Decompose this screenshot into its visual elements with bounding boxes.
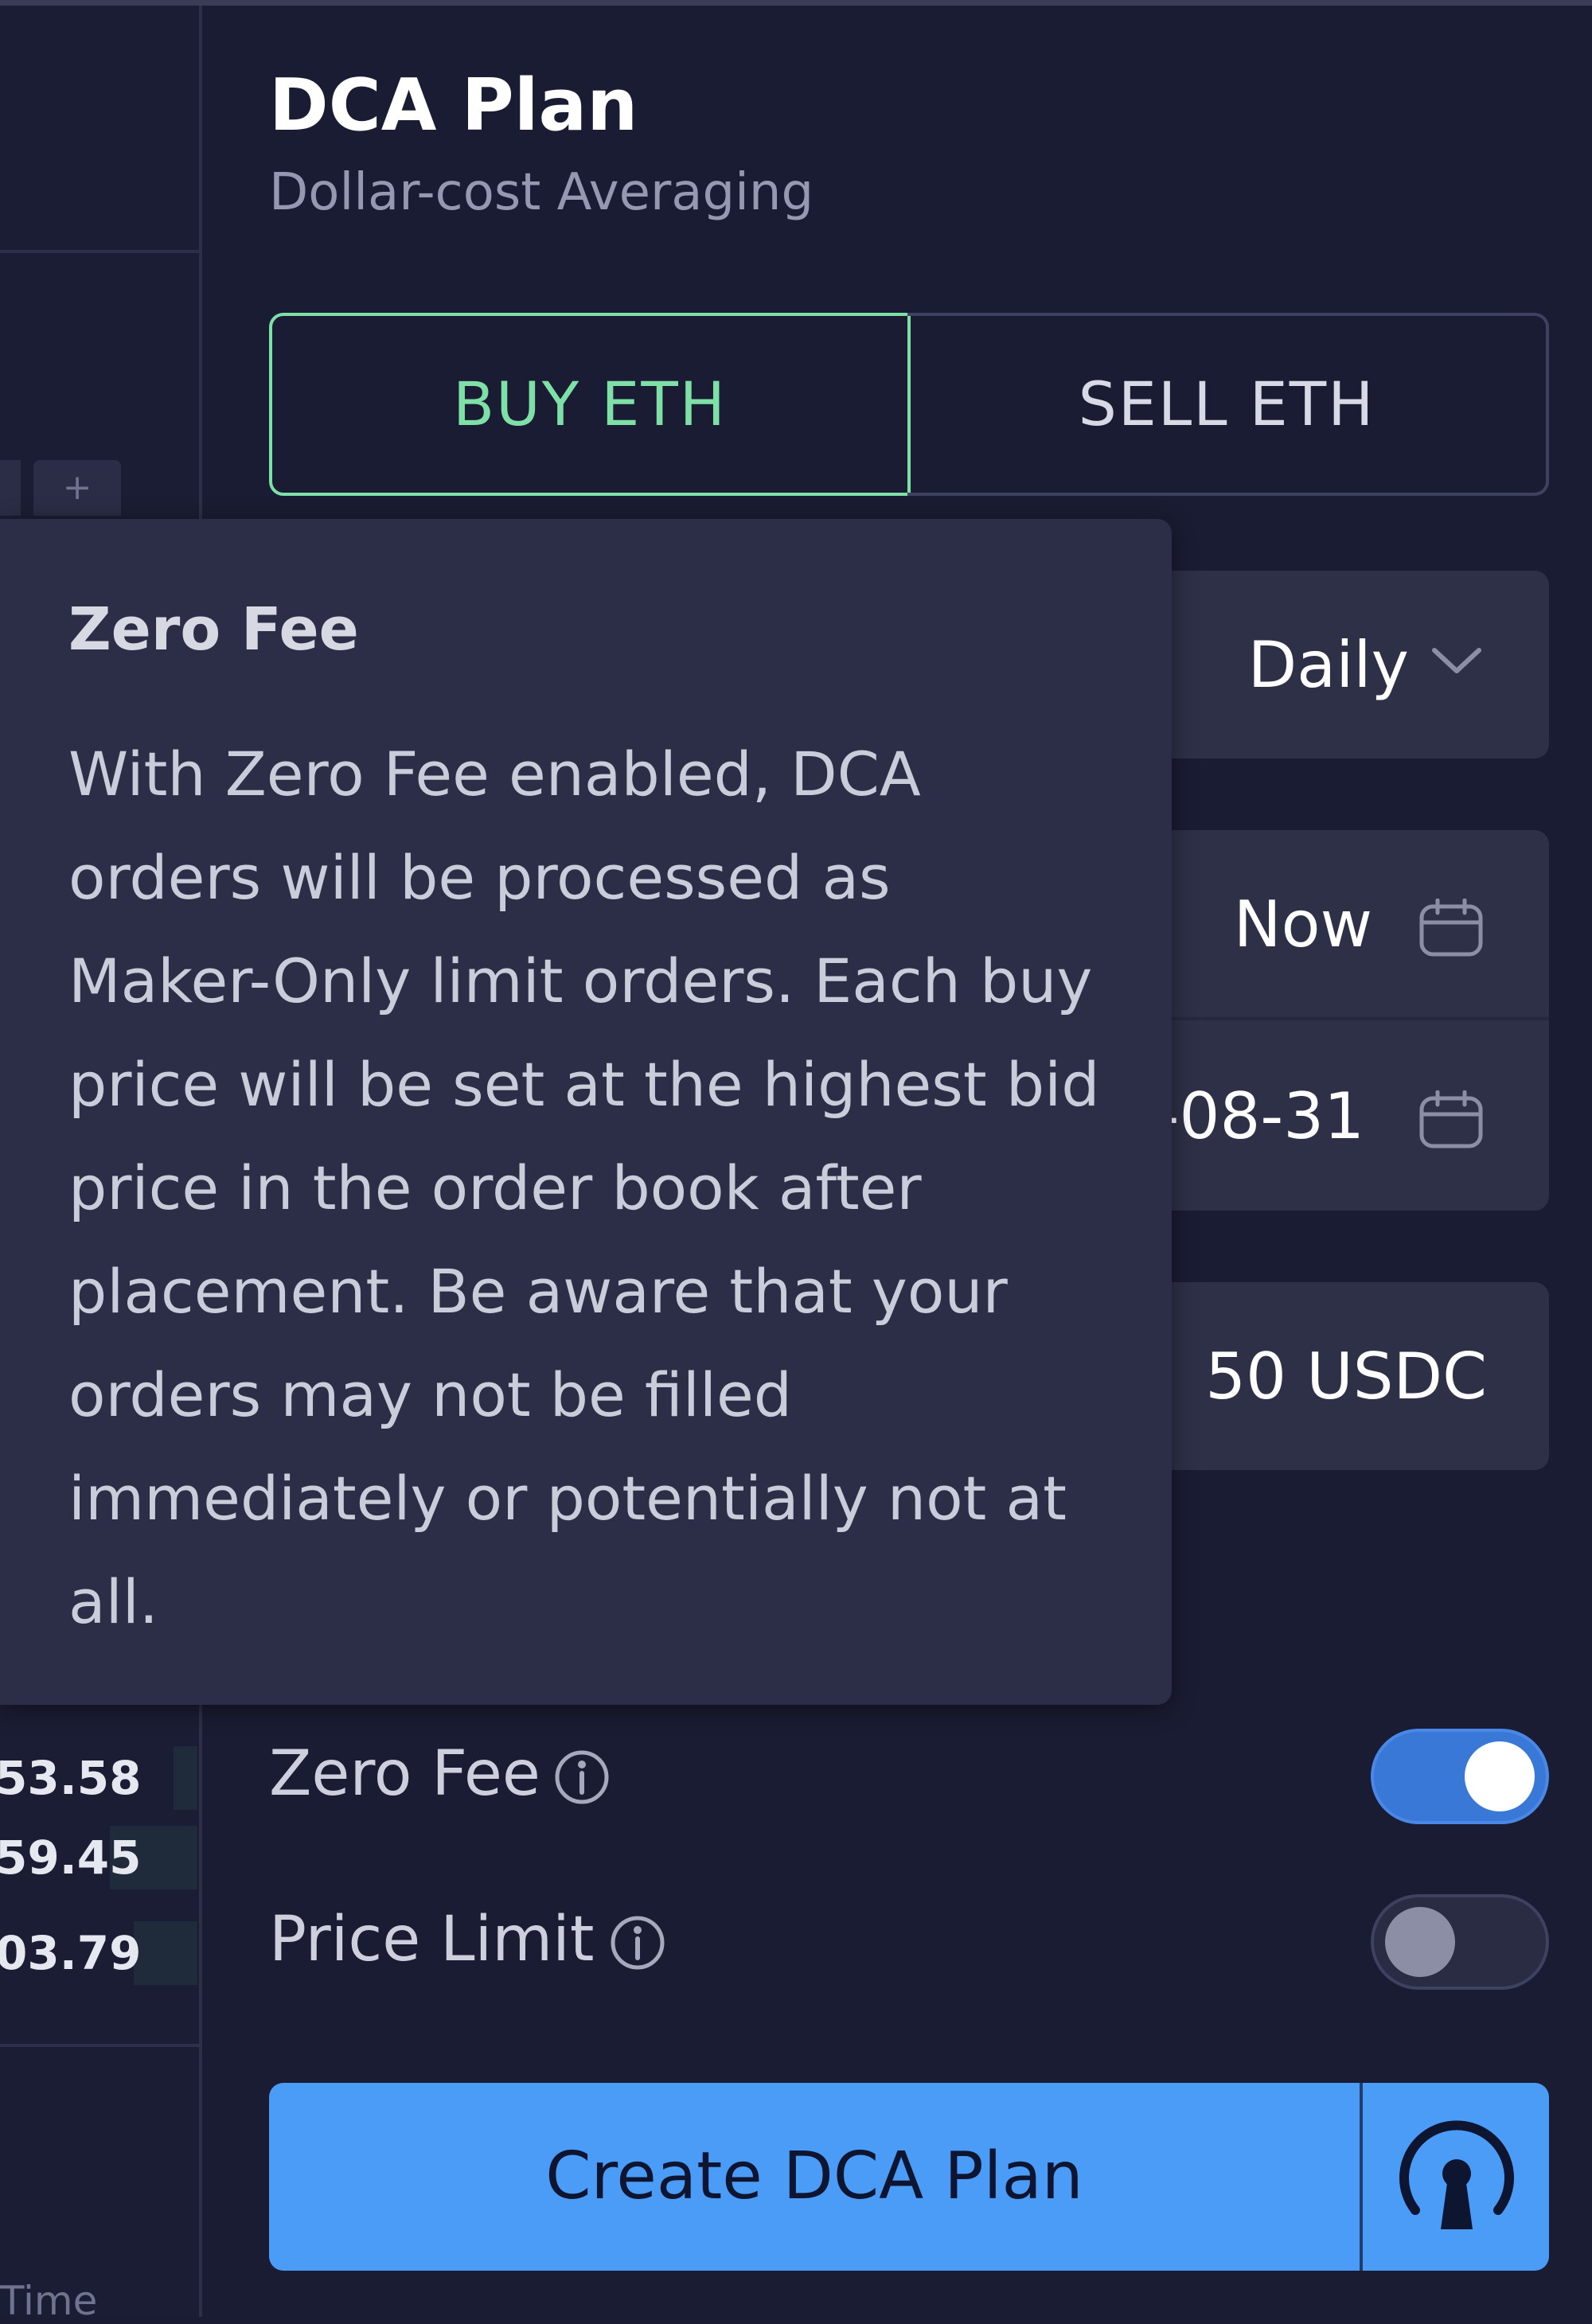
left-divider-line <box>0 2044 199 2047</box>
left-divider-line <box>0 250 199 253</box>
calendar-icon[interactable] <box>1418 899 1484 957</box>
order-book-row[interactable]: 53.58 <box>0 1746 197 1810</box>
price-limit-label: Price Limit <box>269 1904 595 1975</box>
start-date-value: Now <box>1233 887 1372 961</box>
tooltip-body: With Zero Fee enabled, DCA orders will b… <box>68 739 1100 1637</box>
order-book-price: 59.45 <box>0 1831 142 1885</box>
zero-fee-label: Zero Fee <box>269 1738 540 1810</box>
wallet-lock-button[interactable] <box>1363 2083 1549 2271</box>
lock-icon <box>1399 2120 1514 2229</box>
frequency-value: Daily <box>1247 628 1409 702</box>
zero-fee-toggle[interactable] <box>1371 1729 1549 1824</box>
zero-fee-tooltip: Zero Fee With Zero Fee enabled, DCA orde… <box>0 519 1172 1705</box>
top-border <box>0 0 1592 6</box>
toggle-knob <box>1385 1907 1455 1977</box>
create-dca-plan-button[interactable]: Create DCA Plan <box>269 2083 1360 2271</box>
order-book-row[interactable]: 03.79 <box>0 1921 197 1985</box>
info-icon[interactable] <box>610 1915 665 1971</box>
info-icon[interactable] <box>554 1749 610 1805</box>
previous-tab[interactable] <box>0 460 21 516</box>
tooltip-title: Zero Fee <box>68 595 359 664</box>
add-tab-button[interactable]: + <box>33 460 121 516</box>
end-date-value: -08-31 <box>1156 1079 1364 1153</box>
order-book-price: 53.58 <box>0 1751 142 1805</box>
time-column-label: Time <box>0 2278 98 2324</box>
page-title: DCA Plan <box>269 64 638 147</box>
price-limit-toggle[interactable] <box>1371 1894 1549 1990</box>
order-book-row[interactable]: 59.45 <box>0 1826 197 1889</box>
order-book-price: 03.79 <box>0 1926 142 1980</box>
page-subtitle: Dollar-cost Averaging <box>269 163 814 222</box>
amount-unit: USDC <box>1306 1339 1487 1414</box>
chevron-down-icon <box>1432 648 1481 673</box>
sell-eth-tab[interactable]: SELL ETH <box>907 313 1549 496</box>
amount-value: 50 <box>1205 1339 1286 1414</box>
depth-bar <box>174 1746 197 1810</box>
calendar-icon[interactable] <box>1418 1090 1484 1149</box>
toggle-knob <box>1465 1741 1535 1811</box>
buy-eth-tab[interactable]: BUY ETH <box>269 313 911 496</box>
depth-bar <box>134 1921 197 1985</box>
